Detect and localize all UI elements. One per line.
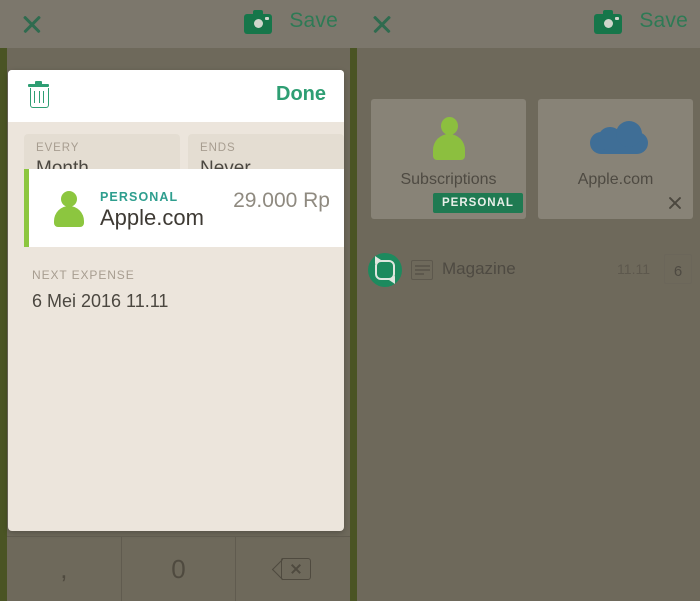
expense-row[interactable]: PERSONAL Apple.com 29.000 Rp (24, 169, 344, 247)
key-backspace[interactable] (236, 536, 350, 601)
numeric-keypad: , 0 (7, 536, 350, 601)
cloud-icon (590, 119, 648, 157)
modal-header: Done (8, 70, 344, 122)
entry-row-magazine[interactable]: Magazine 11.11 6 (360, 250, 700, 292)
left-pane: Save Done EVERY Month ENDS Never (0, 0, 350, 601)
save-button[interactable]: Save (289, 9, 338, 33)
card-title: Subscriptions (400, 171, 497, 188)
key-comma[interactable]: , (7, 536, 122, 601)
recurring-modal: Done EVERY Month ENDS Never PERSONAL App (8, 70, 344, 531)
close-icon[interactable] (20, 12, 44, 36)
ends-field-label: ENDS (200, 142, 236, 154)
person-icon (433, 117, 465, 161)
calendar-day: 6 (673, 263, 683, 280)
right-edge-strip (350, 0, 357, 601)
repeat-icon (368, 253, 402, 287)
right-topbar: Save (350, 0, 700, 48)
key-zero[interactable]: 0 (121, 536, 237, 601)
status-badge: PERSONAL (433, 193, 523, 213)
modal-done-button[interactable]: Done (276, 83, 326, 106)
save-button[interactable]: Save (639, 9, 688, 33)
right-pane: Save Subscriptions PERSONAL Apple.com Ma… (350, 0, 700, 601)
expense-amount: 29.000 Rp (233, 189, 330, 212)
backspace-icon (272, 558, 312, 581)
close-icon[interactable] (667, 195, 683, 211)
expense-category: PERSONAL (100, 190, 179, 204)
expense-accent-bar (24, 169, 29, 247)
camera-icon[interactable] (244, 10, 272, 34)
left-topbar: Save (0, 0, 350, 48)
next-expense-label: NEXT EXPENSE (32, 268, 135, 282)
app-screenshot: Save Done EVERY Month ENDS Never (0, 0, 700, 601)
card-apple-com[interactable]: Apple.com (538, 99, 693, 219)
card-title: Apple.com (577, 171, 654, 188)
every-field-label: EVERY (36, 142, 80, 154)
trash-icon[interactable] (28, 81, 49, 108)
next-expense: NEXT EXPENSE 6 Mei 2016 11.11 (32, 268, 168, 312)
camera-icon[interactable] (594, 10, 622, 34)
person-icon (52, 191, 86, 227)
entry-title: Magazine (442, 259, 516, 278)
card-subscriptions[interactable]: Subscriptions PERSONAL (371, 99, 526, 219)
left-edge-strip (0, 0, 7, 601)
entry-time: 11.11 (617, 261, 650, 277)
close-icon[interactable] (370, 12, 394, 36)
expense-title: Apple.com (100, 205, 204, 230)
next-expense-value: 6 Mei 2016 11.11 (32, 291, 169, 311)
calendar-badge: 6 (664, 254, 692, 284)
note-icon (411, 260, 433, 280)
